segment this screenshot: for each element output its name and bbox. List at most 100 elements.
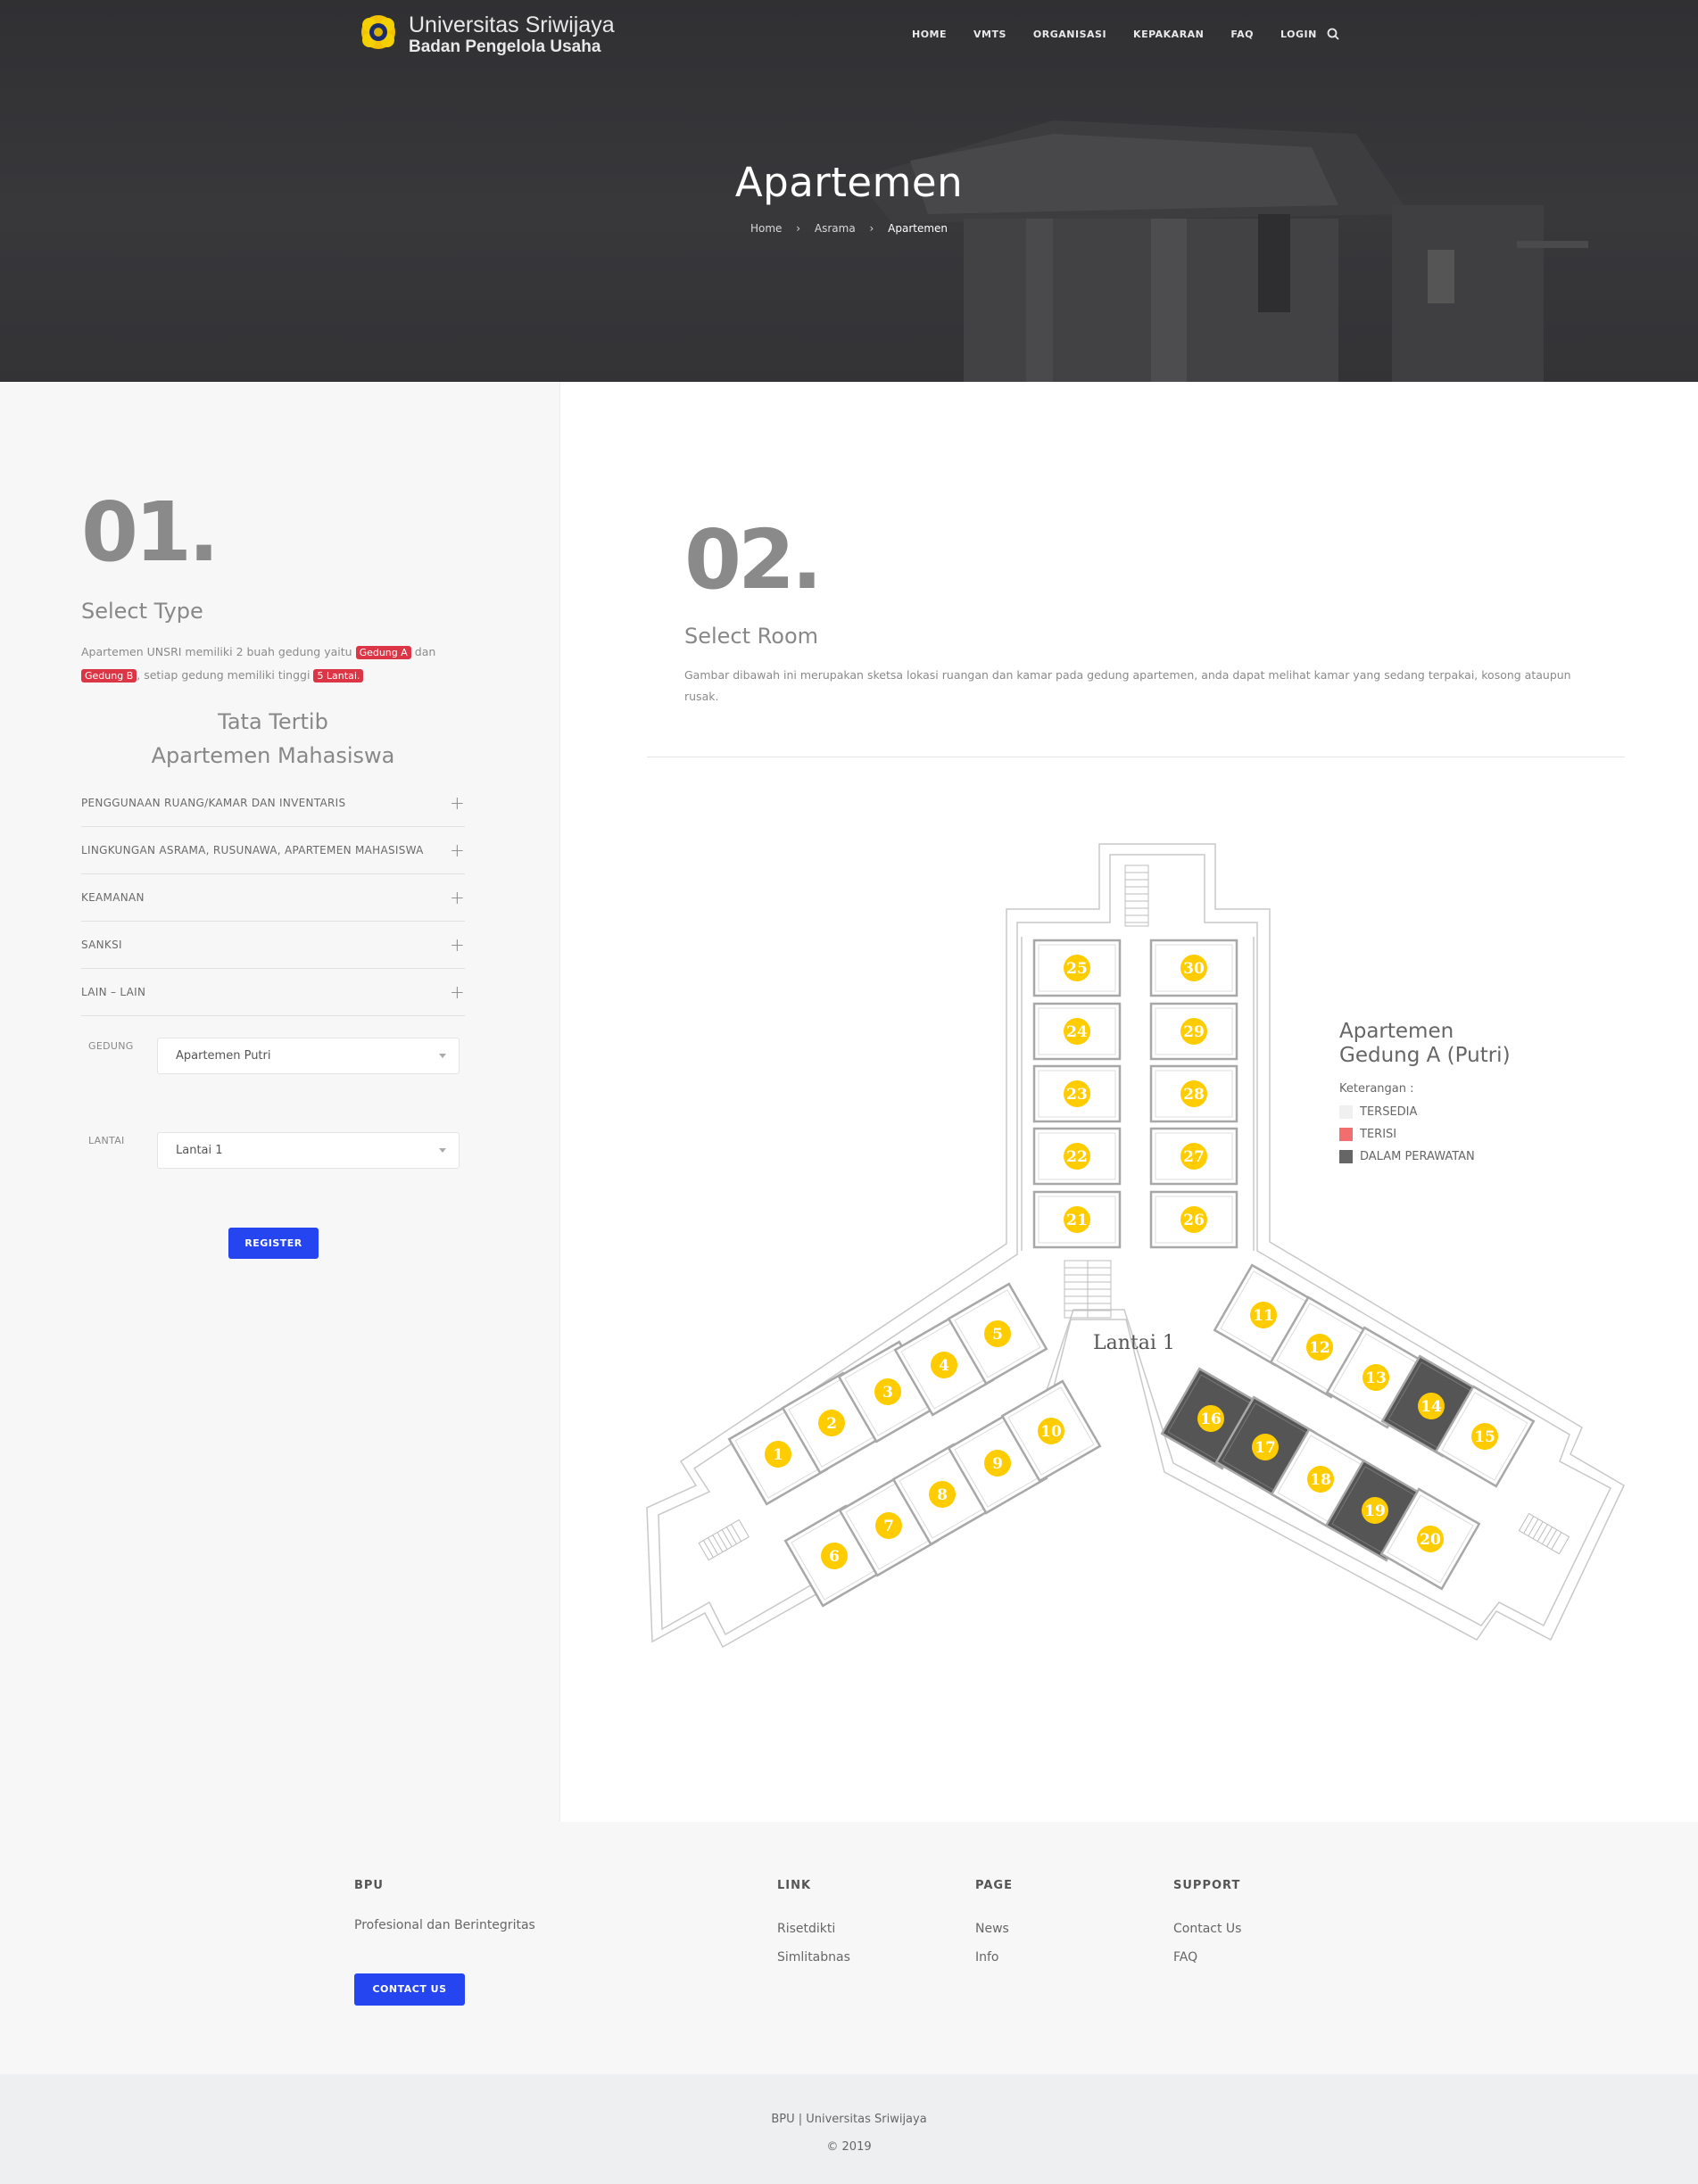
room-number: 1 <box>773 1446 783 1464</box>
tag-gedung-a: Gedung A <box>355 646 411 659</box>
legend-item-occupied: TERISI <box>1339 1128 1396 1141</box>
intro-mid: dan <box>414 645 436 658</box>
room-number: 11 <box>1253 1307 1274 1325</box>
footer-link-heading: LINK <box>777 1879 812 1892</box>
accordion-item[interactable]: LINGKUNGAN ASRAMA, RUSUNAWA, APARTEMEN M… <box>81 827 465 874</box>
rules-heading-line2: Apartemen Mahasiswa <box>151 743 395 768</box>
hero-banner: Universitas Sriwijaya Badan Pengelola Us… <box>0 0 1698 382</box>
room-number: 6 <box>829 1548 840 1566</box>
plus-icon: + <box>449 981 465 1003</box>
step-number: 02. <box>684 512 823 608</box>
footer: BPU Profesional dan Berintegritas CONTAC… <box>0 1822 1698 2074</box>
legend-text: TERISI <box>1360 1128 1397 1141</box>
lantai-select[interactable]: Lantai 1 <box>157 1132 460 1169</box>
rules-heading: Tata Tertib Apartemen Mahasiswa <box>81 705 465 773</box>
intro-pre: Apartemen UNSRI memiliki 2 buah gedung y… <box>81 645 352 658</box>
building-title-line2: Gedung A (Putri) <box>1339 1044 1511 1067</box>
floor-plan: 1234567891011121314151617181920212223242… <box>646 843 1625 1649</box>
footer-link-risetdikti[interactable]: Risetdikti <box>777 1922 835 1936</box>
footer-support-faq[interactable]: FAQ <box>1173 1950 1197 1965</box>
room-number: 26 <box>1183 1212 1205 1229</box>
room-number: 17 <box>1255 1439 1276 1457</box>
accordion-item[interactable]: KEAMANAN + <box>81 874 465 922</box>
room-number: 9 <box>992 1455 1003 1473</box>
room-29[interactable]: 29 <box>1149 1002 1238 1061</box>
logo[interactable]: Universitas Sriwijaya Badan Pengelola Us… <box>357 11 625 61</box>
intro-post: , setiap gedung memiliki tinggi <box>137 668 311 682</box>
nav-vmts[interactable]: VMTS <box>973 29 1006 40</box>
room-30[interactable]: 30 <box>1149 939 1238 997</box>
chevron-down-icon <box>439 1054 446 1058</box>
breadcrumb-current: Apartemen <box>888 222 948 235</box>
legend-text: TERSEDIA <box>1360 1105 1418 1119</box>
room-number: 28 <box>1183 1086 1205 1104</box>
search-icon[interactable] <box>1326 27 1340 41</box>
room-number: 3 <box>882 1384 893 1402</box>
chevron-right-icon: › <box>869 222 874 235</box>
room-22[interactable]: 22 <box>1032 1127 1122 1186</box>
rules-accordion: PENGGUNAAN RUANG/KAMAR DAN INVENTARIS + L… <box>81 780 465 1016</box>
room-27[interactable]: 27 <box>1149 1127 1238 1186</box>
legend-swatch <box>1339 1150 1353 1163</box>
gedung-select-value: Apartemen Putri <box>176 1049 271 1063</box>
nav-home[interactable]: HOME <box>912 29 947 40</box>
legend-swatch <box>1339 1128 1353 1141</box>
room-28[interactable]: 28 <box>1149 1064 1238 1123</box>
room-24[interactable]: 24 <box>1032 1002 1122 1061</box>
copyright-bar: BPU | Universitas Sriwijaya © 2019 <box>0 2074 1698 2184</box>
room-description: Gambar dibawah ini merupakan sketsa loka… <box>684 668 1571 703</box>
room-number: 2 <box>826 1415 837 1433</box>
type-panel: 01. Select Type Apartemen UNSRI memiliki… <box>0 382 560 1822</box>
gedung-select[interactable]: Apartemen Putri <box>157 1038 460 1074</box>
accordion-item[interactable]: SANKSI + <box>81 922 465 969</box>
tag-floors: 5 Lantai. <box>313 669 364 682</box>
register-button[interactable]: REGISTER <box>228 1228 319 1259</box>
breadcrumb-asrama[interactable]: Asrama <box>815 222 856 235</box>
room-number: 14 <box>1421 1398 1442 1416</box>
footer-link-simlitabnas[interactable]: Simlitabnas <box>777 1950 850 1965</box>
room-26[interactable]: 26 <box>1149 1190 1238 1249</box>
logo-title: Universitas Sriwijaya <box>409 12 615 37</box>
contact-us-button[interactable]: CONTACT US <box>354 1973 465 2006</box>
plus-icon: + <box>449 840 465 861</box>
room-21[interactable]: 21 <box>1032 1190 1122 1249</box>
room-number: 21 <box>1066 1212 1088 1229</box>
nav-organisasi[interactable]: ORGANISASI <box>1033 29 1106 40</box>
plus-icon: + <box>449 934 465 956</box>
room-number: 16 <box>1200 1410 1222 1428</box>
lantai-select-value: Lantai 1 <box>176 1144 223 1157</box>
footer-page-news[interactable]: News <box>975 1922 1009 1936</box>
footer-page-info[interactable]: Info <box>975 1950 999 1965</box>
nav-faq[interactable]: FAQ <box>1230 29 1254 40</box>
legend-label: Keterangan : <box>1339 1082 1414 1096</box>
legend-item-maintenance: DALAM PERAWATAN <box>1339 1150 1475 1163</box>
copyright-credit: BPU | Universitas Sriwijaya <box>771 2113 927 2126</box>
room-number: 15 <box>1474 1428 1495 1446</box>
room-number: 10 <box>1040 1423 1062 1441</box>
room-number: 27 <box>1183 1148 1205 1166</box>
room-number: 19 <box>1364 1502 1386 1520</box>
room-number: 24 <box>1066 1023 1088 1041</box>
accordion-item[interactable]: PENGGUNAAN RUANG/KAMAR DAN INVENTARIS + <box>81 780 465 827</box>
rules-heading-line1: Tata Tertib <box>218 709 328 734</box>
chevron-right-icon: › <box>796 222 801 235</box>
plus-icon: + <box>449 887 465 908</box>
footer-support-contact[interactable]: Contact Us <box>1173 1922 1241 1936</box>
room-25[interactable]: 25 <box>1032 939 1122 997</box>
accordion-item[interactable]: LAIN – LAIN + <box>81 969 465 1016</box>
room-number: 18 <box>1310 1471 1331 1489</box>
main-nav: HOME VMTS ORGANISASI KEPAKARAN FAQ LOGIN <box>912 29 1344 40</box>
logo-subtitle: Badan Pengelola Usaha <box>409 37 601 56</box>
accordion-label: LAIN – LAIN <box>81 986 146 998</box>
breadcrumb-home[interactable]: Home <box>750 222 782 235</box>
tag-gedung-b: Gedung B <box>81 669 137 682</box>
nav-login[interactable]: LOGIN <box>1280 29 1317 40</box>
footer-bpu-heading: BPU <box>354 1879 384 1892</box>
room-number: 4 <box>939 1357 949 1375</box>
room-number: 7 <box>883 1518 894 1535</box>
room-23[interactable]: 23 <box>1032 1064 1122 1123</box>
nav-kepakaran[interactable]: KEPAKARAN <box>1133 29 1204 40</box>
room-number: 23 <box>1066 1086 1088 1104</box>
step-title: Select Room <box>684 624 819 649</box>
legend-text: DALAM PERAWATAN <box>1360 1150 1475 1163</box>
